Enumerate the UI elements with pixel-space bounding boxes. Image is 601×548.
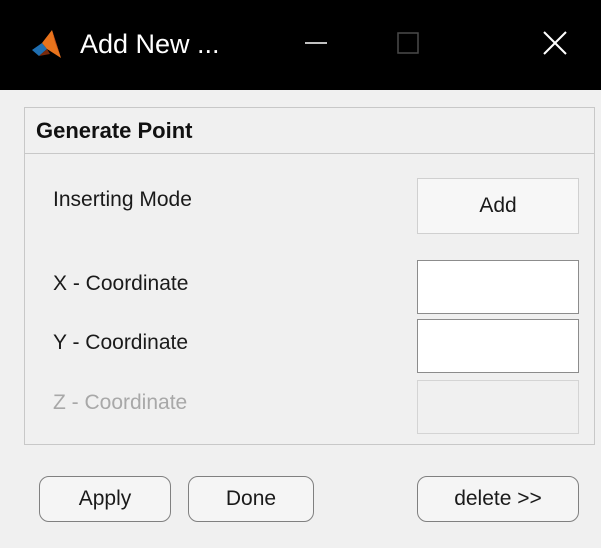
close-icon	[542, 30, 568, 61]
title-bar[interactable]: Add New ...	[0, 0, 601, 90]
apply-button[interactable]: Apply	[39, 476, 171, 522]
z-coordinate-label: Z - Coordinate	[53, 391, 188, 414]
generate-point-panel: Generate Point Inserting Mode Add X - Co…	[24, 107, 595, 445]
maximize-icon	[396, 31, 420, 60]
inserting-mode-button[interactable]: Add	[417, 178, 579, 234]
y-coordinate-label: Y - Coordinate	[53, 331, 189, 354]
inserting-mode-label: Inserting Mode	[53, 188, 192, 211]
close-button[interactable]	[509, 0, 601, 90]
z-coordinate-input	[418, 381, 578, 433]
y-coordinate-field[interactable]	[417, 319, 579, 373]
y-coordinate-input[interactable]	[418, 320, 578, 372]
x-coordinate-field[interactable]	[417, 260, 579, 314]
inserting-mode-value: Add	[479, 194, 517, 217]
x-coordinate-input[interactable]	[418, 261, 578, 313]
z-coordinate-field	[417, 380, 579, 434]
minimize-icon	[304, 31, 328, 60]
x-coordinate-label: X - Coordinate	[53, 272, 189, 295]
minimize-button[interactable]	[270, 0, 362, 90]
window-title: Add New ...	[80, 29, 220, 59]
add-new-dialog: Add New ... Generate Point Inserting Mod…	[0, 0, 601, 548]
maximize-button[interactable]	[362, 0, 454, 90]
delete-button[interactable]: delete >>	[417, 476, 579, 522]
matlab-membrane-icon	[30, 28, 64, 62]
panel-title: Generate Point	[36, 118, 193, 143]
done-button[interactable]: Done	[188, 476, 314, 522]
panel-header: Generate Point	[25, 108, 594, 154]
